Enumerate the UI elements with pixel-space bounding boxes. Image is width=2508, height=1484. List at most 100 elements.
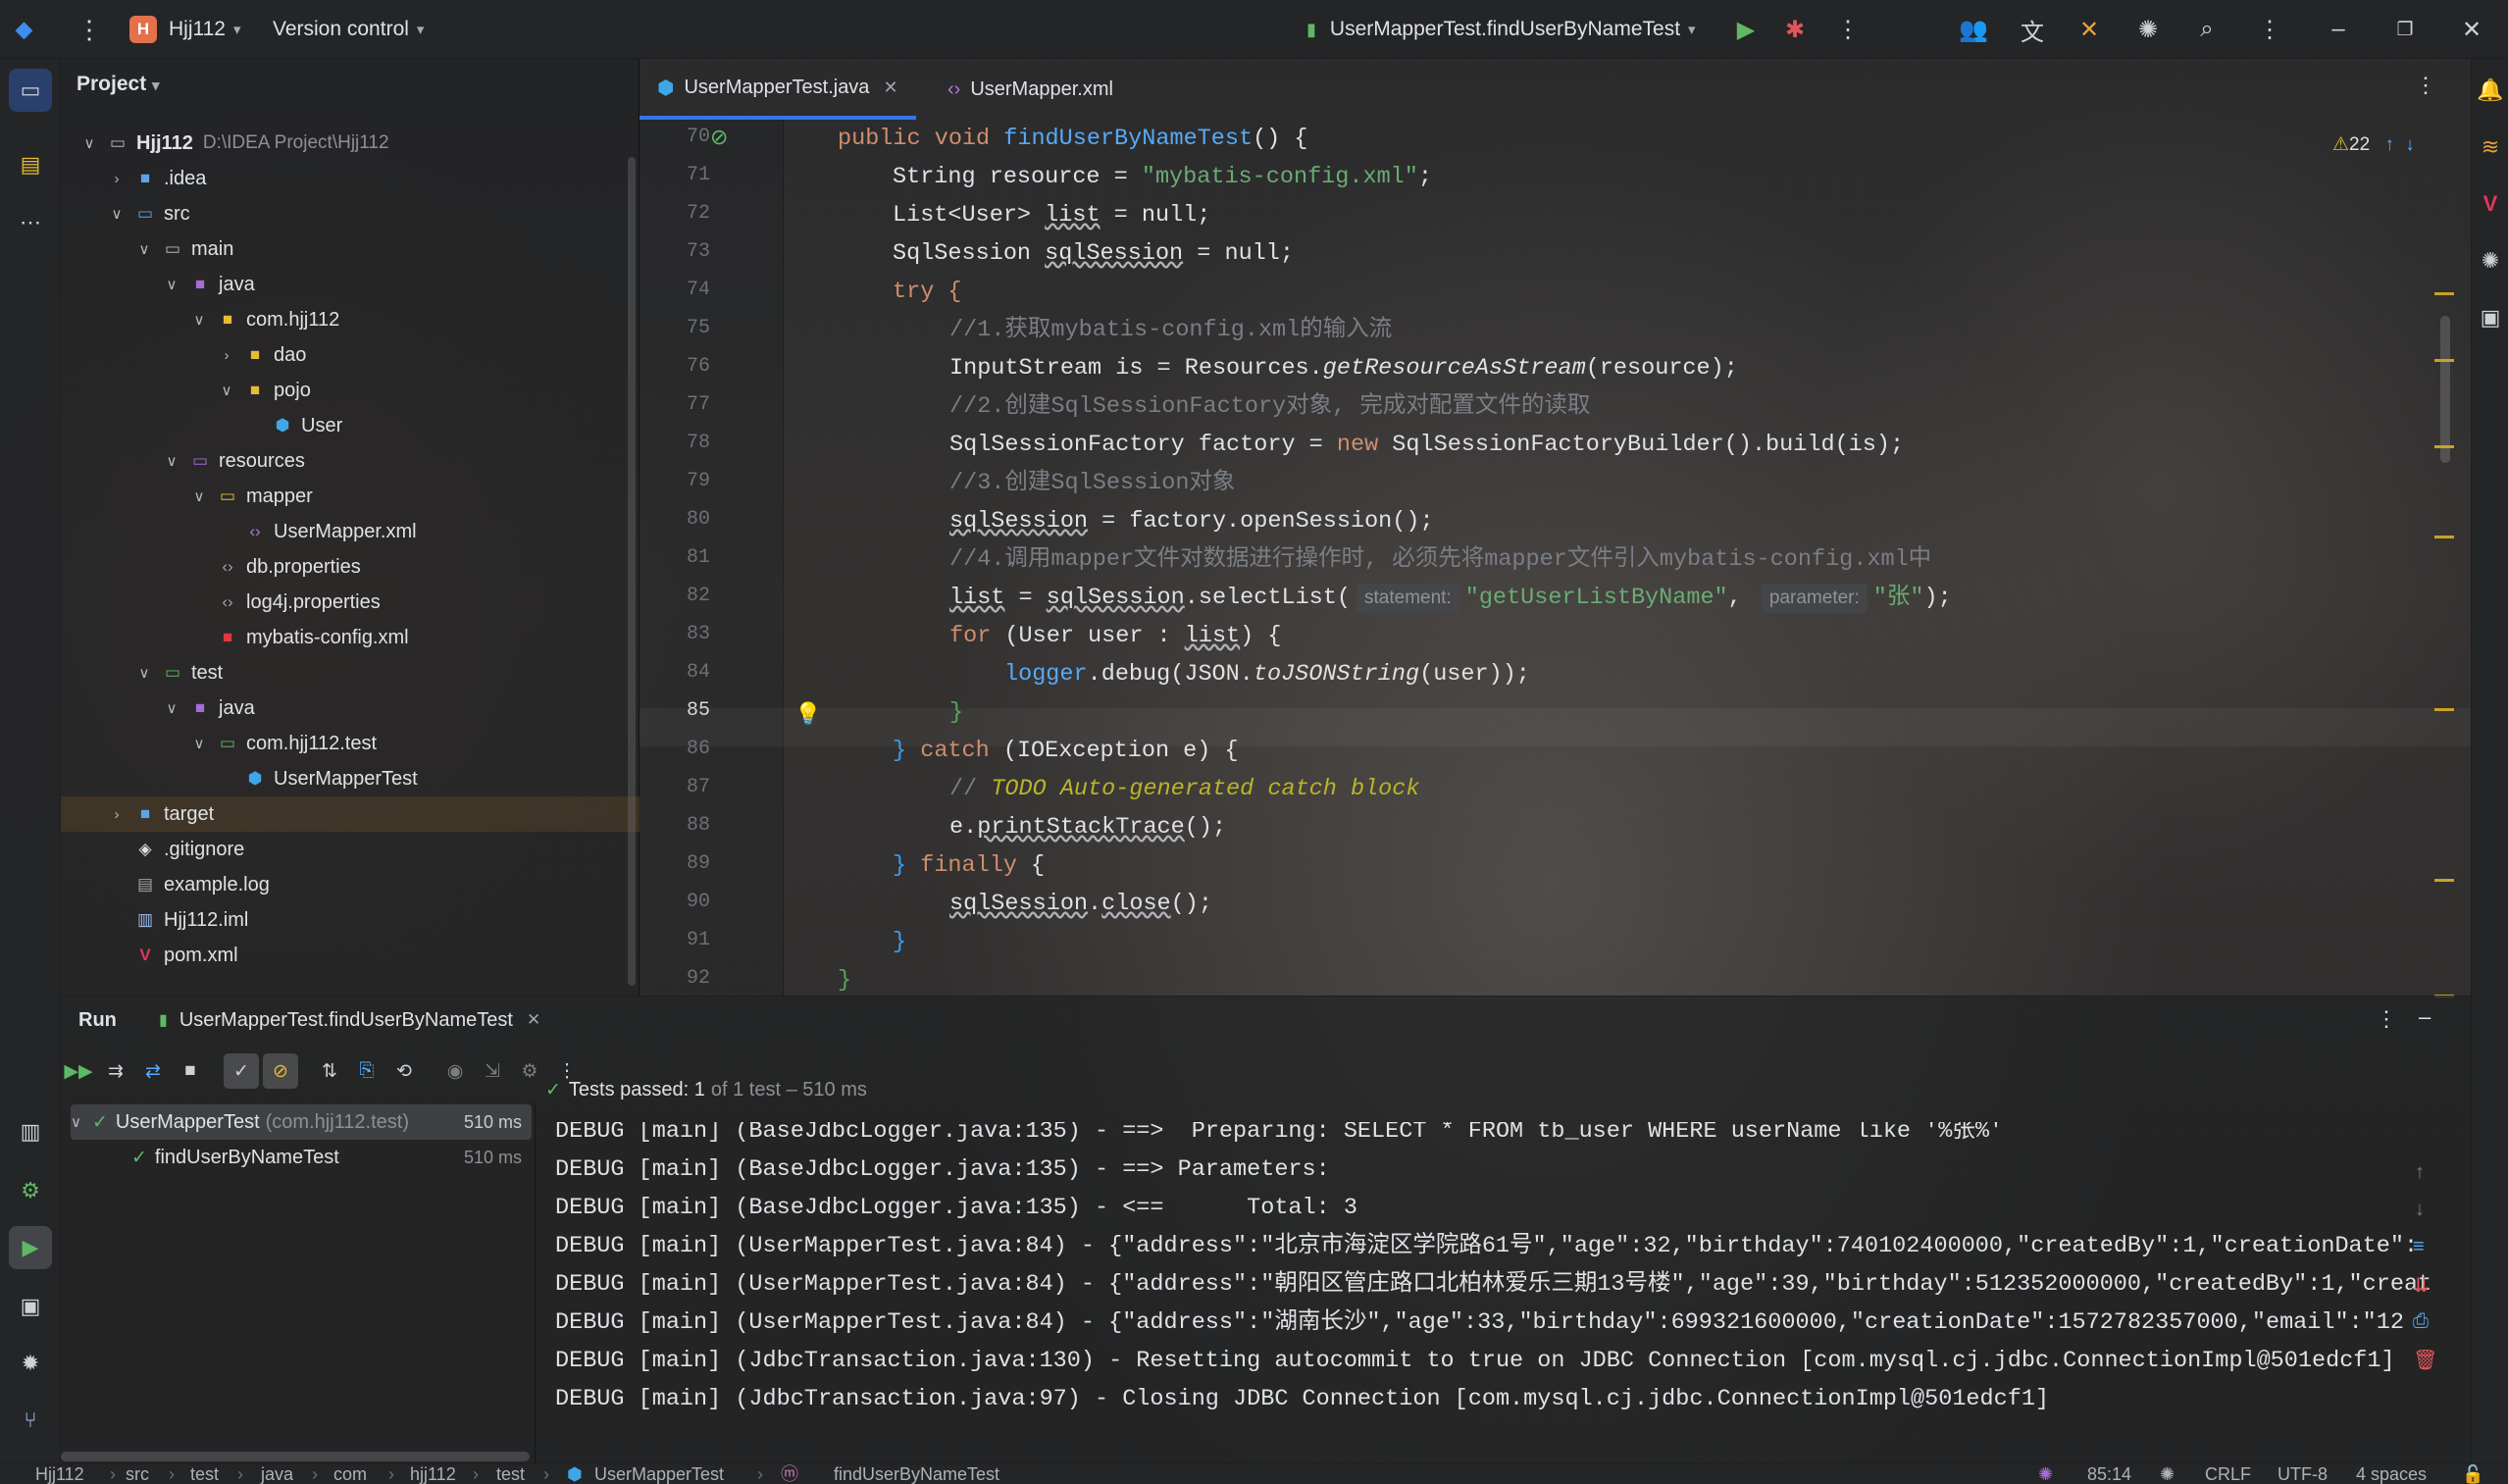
error-stripe-mark[interactable] xyxy=(2434,292,2454,295)
memory-indicator-icon[interactable]: ✺ xyxy=(2160,1464,2175,1484)
run-options-icon[interactable]: ⋮ xyxy=(2376,1006,2397,1032)
chevron-down-icon[interactable]: ∨ xyxy=(161,276,182,293)
project-panel-title[interactable]: Project ▾ xyxy=(77,73,160,96)
services-tool-icon[interactable]: ▥ xyxy=(9,1110,52,1153)
tree-node[interactable]: ∨ ▭ resources xyxy=(61,443,640,479)
error-stripe-mark[interactable] xyxy=(2434,536,2454,538)
history-icon[interactable]: ⟲ xyxy=(386,1053,422,1089)
tree-node[interactable]: ▤ example.log xyxy=(61,867,640,902)
file-encoding[interactable]: UTF-8 xyxy=(2278,1464,2328,1484)
breadcrumb-item[interactable]: test xyxy=(496,1464,525,1484)
tree-node[interactable]: ∨ ■ pojo xyxy=(61,373,640,408)
import-tests-icon[interactable]: ⎘ xyxy=(349,1053,384,1089)
database-icon[interactable]: ≋ xyxy=(2475,128,2506,167)
chevron-down-icon[interactable]: ∨ xyxy=(71,1113,92,1131)
tree-node[interactable]: ◈ .gitignore xyxy=(61,832,640,867)
vcs-menu[interactable]: Version control ▾ xyxy=(273,0,424,59)
chevron-down-icon[interactable]: ∨ xyxy=(133,664,155,682)
lightbulb-icon[interactable]: 💡 xyxy=(794,702,821,728)
minimize-icon[interactable]: – xyxy=(2317,8,2360,51)
chevron-down-icon[interactable]: ∨ xyxy=(188,735,210,752)
tree-node[interactable]: ⬢ UserMapperTest xyxy=(61,761,640,796)
notifications-icon[interactable]: 🔔 xyxy=(2475,71,2506,110)
tree-node[interactable]: ▥ Hjj112.iml xyxy=(61,902,640,938)
print-icon[interactable]: ⎙ xyxy=(2413,1310,2429,1333)
export-icon[interactable]: ⇲ xyxy=(475,1053,510,1089)
cursor-position[interactable]: 85:14 xyxy=(2087,1464,2131,1484)
code-editor[interactable]: 70 71 72 73 74 75 76 77 78 79 80 81 82 8… xyxy=(640,120,2471,998)
console-output[interactable]: DEBUG [main] (BaseJdbcLogger.java:135) -… xyxy=(539,1122,2452,1464)
chevron-down-icon[interactable]: ∨ xyxy=(188,311,210,329)
test-suite-row[interactable]: ∨ ✓ UserMapperTest (com.hjj112.test) 510… xyxy=(71,1104,532,1140)
run-config-selector[interactable]: ▮ UserMapperTest.findUserByNameTest ▾ xyxy=(1306,0,1696,59)
tree-node[interactable]: ∨ ■ java xyxy=(61,691,640,726)
tree-node[interactable]: Vpom.xml xyxy=(61,938,640,973)
git-tool-icon[interactable]: ⑂ xyxy=(9,1399,52,1442)
readonly-toggle-icon[interactable]: 🔓 xyxy=(2462,1464,2483,1484)
chevron-down-icon[interactable]: ∨ xyxy=(161,452,182,470)
chevron-down-icon[interactable]: ∨ xyxy=(188,487,210,505)
breadcrumb-item[interactable]: hjj112 xyxy=(410,1464,456,1484)
line-separator[interactable]: CRLF xyxy=(2205,1464,2251,1484)
gradle-icon[interactable]: ▣ xyxy=(2475,298,2506,337)
breadcrumb-item[interactable]: src xyxy=(126,1464,149,1484)
breadcrumb-item[interactable]: UserMapperTest xyxy=(594,1464,724,1484)
tree-node[interactable]: ∨ ▭ main xyxy=(61,231,640,267)
tree-node[interactable]: ∨ ▭ src xyxy=(61,196,640,231)
run-tool-icon[interactable]: ▶ xyxy=(9,1226,52,1269)
editor-scrollbar[interactable] xyxy=(2440,316,2450,463)
error-stripe-mark[interactable] xyxy=(2434,445,2454,448)
tree-node[interactable]: ‹› db.properties xyxy=(61,549,640,585)
soft-wrap-icon[interactable]: ≡ xyxy=(2413,1236,2425,1258)
arrow-down-icon[interactable]: ↓ xyxy=(2405,134,2415,155)
settings-icon[interactable]: ⋮ xyxy=(2248,8,2291,51)
tree-node[interactable]: ‹› UserMapper.xml xyxy=(61,514,640,549)
more-tools-icon[interactable]: ⋯ xyxy=(9,201,52,244)
tree-node[interactable]: ■ mybatis-config.xml xyxy=(61,620,640,655)
inspection-widget[interactable]: ⚠22 ↑ ↓ xyxy=(2332,133,2415,156)
close-tab-icon[interactable]: ✕ xyxy=(527,1010,540,1030)
run-panel-title[interactable]: Run xyxy=(78,997,117,1044)
run-icon[interactable]: ▶ xyxy=(1724,8,1767,51)
more-actions-icon[interactable]: ⋮ xyxy=(1826,8,1869,51)
toggle-auto-test-icon[interactable]: ⇄ xyxy=(135,1053,171,1089)
tree-node[interactable]: ⬢ User xyxy=(61,408,640,443)
tab-usermappertest-java[interactable]: ⬢ UserMapperTest.java ✕ xyxy=(640,59,916,120)
maximize-icon[interactable]: ❐ xyxy=(2383,8,2427,51)
settings-icon[interactable]: ⚙ xyxy=(512,1053,547,1089)
tree-node[interactable]: ∨ ▭ test xyxy=(61,655,640,691)
tree-node[interactable]: ∨ ▭ com.hjj112.test xyxy=(61,726,640,761)
tools-icon[interactable]: ✕ xyxy=(2068,8,2111,51)
tree-node[interactable]: ∨ ■ java xyxy=(61,267,640,302)
tree-node-root[interactable]: ∨ ▭ Hjj112 D:\IDEA Project\Hjj112 xyxy=(61,126,640,161)
breadcrumb-item[interactable]: Hjj112 xyxy=(35,1464,84,1484)
indent-setting[interactable]: 4 spaces xyxy=(2356,1464,2427,1484)
rerun-icon[interactable]: ▶▶ xyxy=(61,1053,96,1089)
project-tool-icon[interactable]: ▭ xyxy=(9,69,52,112)
scroll-down-icon[interactable]: ↓ xyxy=(2415,1199,2425,1221)
breadcrumb-item[interactable]: com xyxy=(333,1464,367,1484)
search-icon[interactable]: ⌕ xyxy=(2185,8,2228,51)
test-case-row[interactable]: ✓ findUserByNameTest 510 ms xyxy=(71,1140,532,1175)
tree-node[interactable]: › ■ target xyxy=(61,796,640,832)
screenshot-icon[interactable]: ◉ xyxy=(437,1053,473,1089)
rerun-failed-icon[interactable]: ⇉ xyxy=(98,1053,133,1089)
code-with-me-icon[interactable]: 👥 xyxy=(1952,8,1995,51)
build-tool-icon[interactable]: ⚙ xyxy=(9,1169,52,1212)
structure-tool-icon[interactable]: ▤ xyxy=(9,143,52,186)
chevron-right-icon[interactable]: › xyxy=(216,347,237,364)
chevron-down-icon[interactable]: ∨ xyxy=(161,699,182,717)
chevron-down-icon[interactable]: ∨ xyxy=(78,134,100,152)
tree-node[interactable]: ‹› log4j.properties xyxy=(61,585,640,620)
tree-node[interactable]: › ■ dao xyxy=(61,337,640,373)
main-menu-icon[interactable]: ⋮ xyxy=(77,0,102,59)
breadcrumb-item[interactable]: java xyxy=(261,1464,293,1484)
tab-usermapper-xml[interactable]: ‹› UserMapper.xml xyxy=(930,59,1131,120)
breadcrumb-item[interactable]: findUserByNameTest xyxy=(834,1464,999,1484)
breadcrumb-item[interactable]: test xyxy=(190,1464,219,1484)
stop-icon[interactable]: ■ xyxy=(173,1053,208,1089)
close-window-icon[interactable]: ✕ xyxy=(2450,8,2493,51)
ai-chat-icon[interactable]: ✺ xyxy=(2475,241,2506,281)
error-stripe-mark[interactable] xyxy=(2434,708,2454,711)
chevron-right-icon[interactable]: › xyxy=(106,171,128,187)
